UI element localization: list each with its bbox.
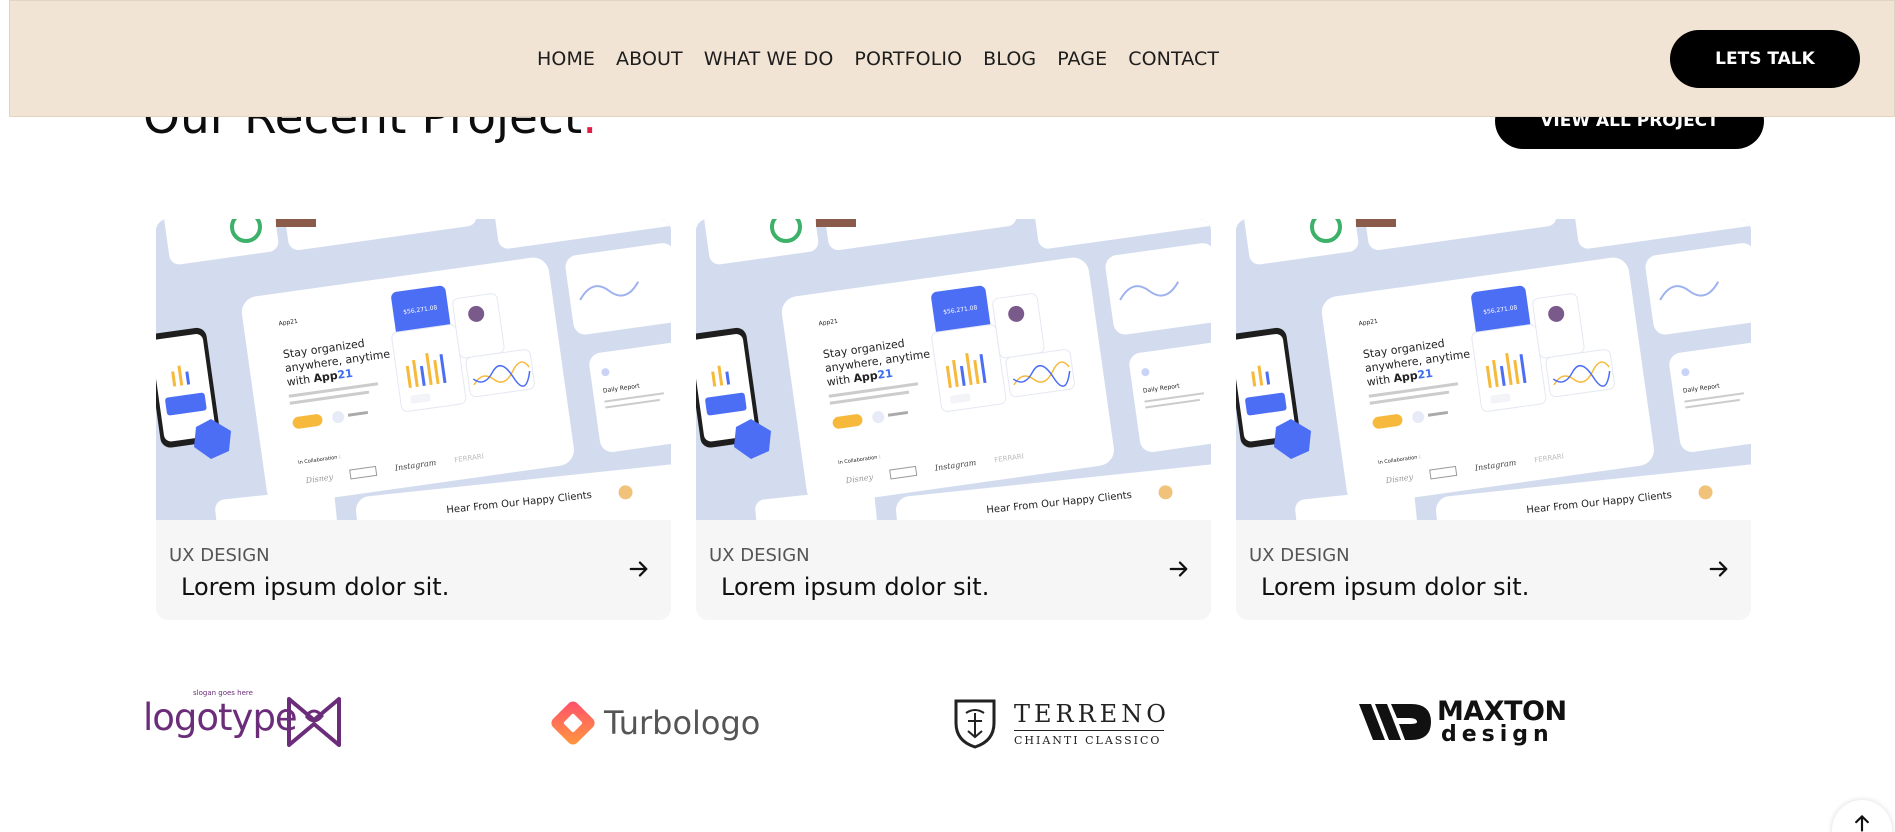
- project-thumbnail: App21 Stay organized anywhere, anytime w…: [156, 219, 671, 520]
- project-title[interactable]: Lorem ipsum dolor sit.: [1261, 573, 1529, 601]
- nav-about[interactable]: ABOUT: [616, 48, 683, 70]
- project-category: UX DESIGN: [1249, 545, 1350, 566]
- nav-home[interactable]: HOME: [537, 48, 595, 70]
- app-mockup-illustration: App21 Stay organized anywhere, anytime w…: [696, 219, 1211, 520]
- terreno-logo: TERRENO CHIANTI CLASSICO: [952, 690, 1167, 750]
- project-card[interactable]: App21 Stay organized anywhere, anytime w…: [1236, 219, 1751, 620]
- scroll-to-top-button[interactable]: [1832, 800, 1892, 832]
- nav-contact[interactable]: CONTACT: [1128, 48, 1219, 70]
- nav-blog[interactable]: BLOG: [983, 48, 1036, 70]
- app-mockup-illustration: App21 Stay organized anywhere, anytime w…: [156, 219, 671, 520]
- project-card-meta: UX DESIGN Lorem ipsum dolor sit.: [156, 520, 671, 620]
- turbologo-logo: Turbologo: [547, 690, 760, 750]
- crest-icon: [954, 699, 996, 749]
- project-category: UX DESIGN: [709, 545, 810, 566]
- project-thumbnail: App21 Stay organized anywhere, anytime w…: [1236, 219, 1751, 520]
- terreno-divider: [1014, 730, 1164, 731]
- project-card-meta: UX DESIGN Lorem ipsum dolor sit.: [1236, 520, 1751, 620]
- bowtie-icon: [287, 697, 341, 747]
- project-title[interactable]: Lorem ipsum dolor sit.: [721, 573, 989, 601]
- lets-talk-button[interactable]: LETS TALK: [1670, 30, 1860, 88]
- maxton-mark-icon: [1359, 704, 1431, 740]
- nav-what-we-do[interactable]: WHAT WE DO: [704, 48, 834, 70]
- project-card[interactable]: App21 Stay organized anywhere, anytime w…: [156, 219, 671, 620]
- nav-portfolio[interactable]: PORTFOLIO: [854, 48, 962, 70]
- project-thumbnail: App21 Stay organized anywhere, anytime w…: [696, 219, 1211, 520]
- project-card-meta: UX DESIGN Lorem ipsum dolor sit.: [696, 520, 1211, 620]
- project-title[interactable]: Lorem ipsum dolor sit.: [181, 573, 449, 601]
- project-card[interactable]: App21 Stay organized anywhere, anytime w…: [696, 219, 1211, 620]
- site-header: HOME ABOUT WHAT WE DO PORTFOLIO BLOG PAG…: [9, 0, 1895, 117]
- app-mockup-illustration: App21 Stay organized anywhere, anytime w…: [1236, 219, 1751, 520]
- main-nav: HOME ABOUT WHAT WE DO PORTFOLIO BLOG PAG…: [537, 48, 1240, 70]
- turbologo-mark-icon: [551, 701, 595, 745]
- arrow-up-icon: [1855, 815, 1869, 832]
- logotype-logo: logotype slogan goes here: [143, 689, 353, 750]
- project-category: UX DESIGN: [169, 545, 270, 566]
- arrow-right-icon[interactable]: [1168, 558, 1190, 580]
- arrow-right-icon[interactable]: [628, 558, 650, 580]
- arrow-right-icon[interactable]: [1708, 558, 1730, 580]
- nav-page[interactable]: PAGE: [1057, 48, 1107, 70]
- maxton-logo: MAXTON design: [1359, 690, 1569, 750]
